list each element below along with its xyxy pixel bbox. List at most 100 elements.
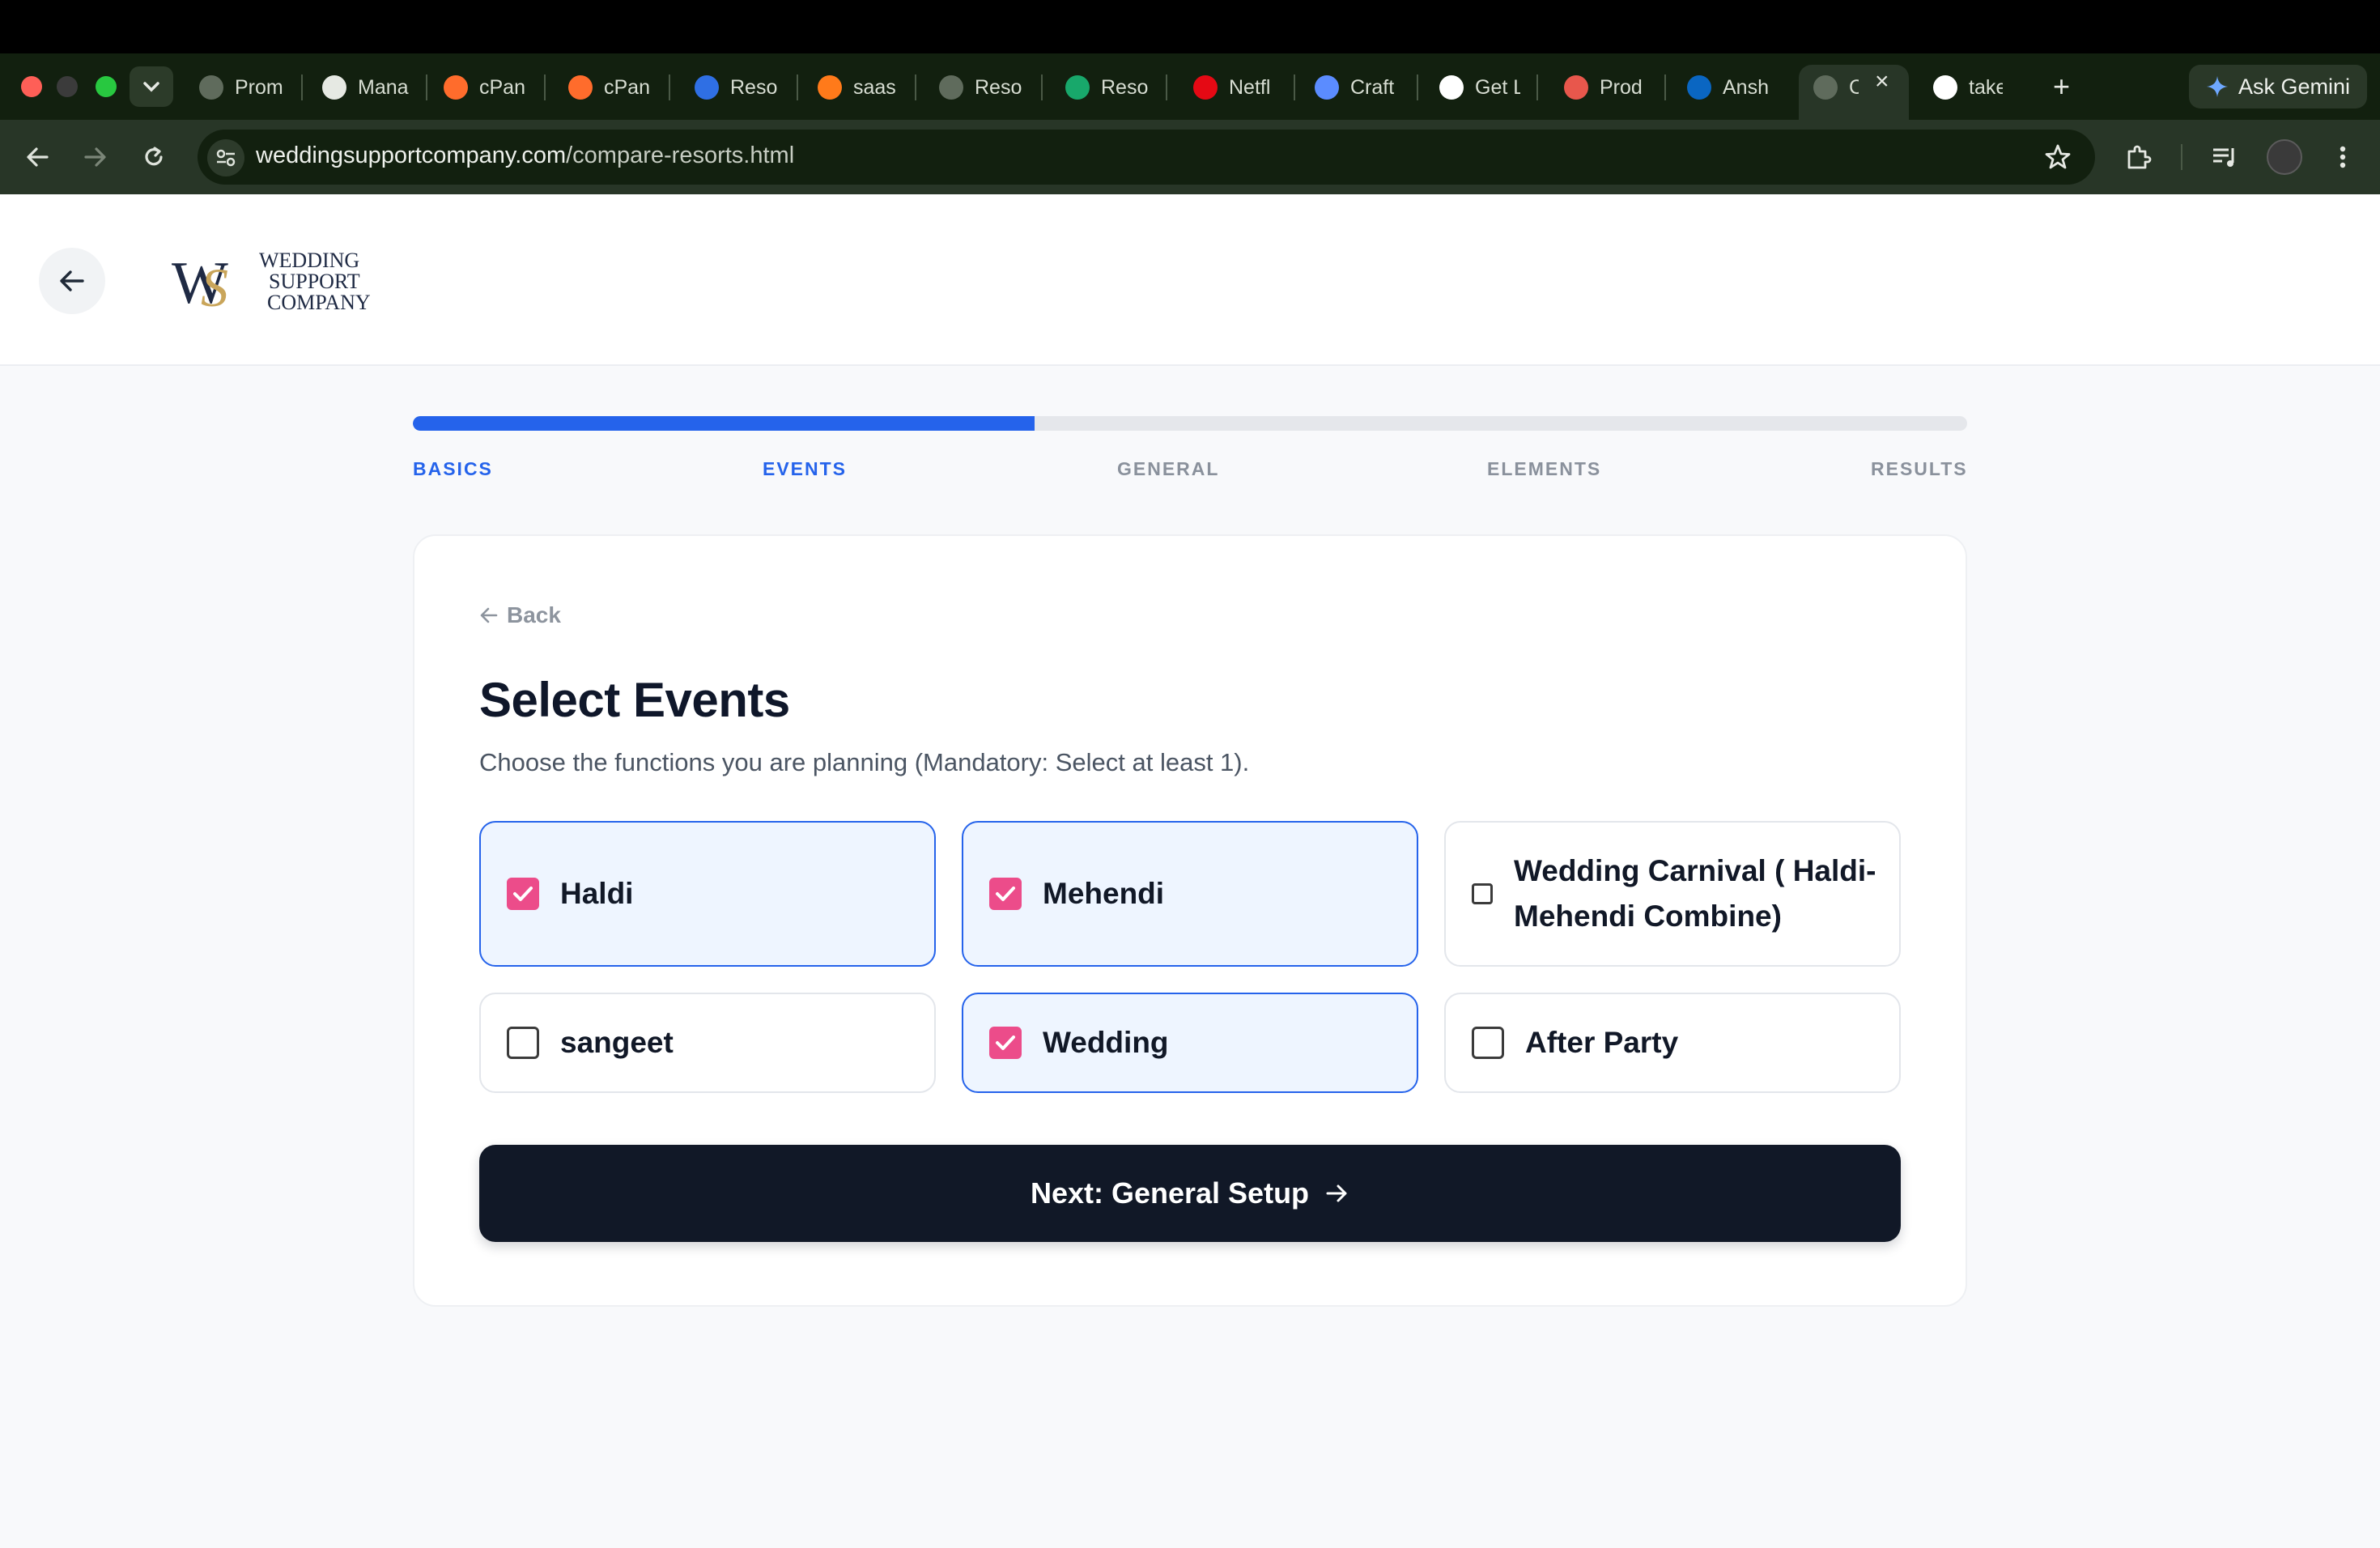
browser-tab[interactable]: Get L [1439,68,1520,107]
extensions-button[interactable] [2121,139,2157,175]
logo-monogram-s: S [201,257,228,318]
globe-icon [1813,75,1838,100]
wizard-progress-fill [413,416,1035,431]
p-icon [1564,75,1588,100]
page-title: Select Events [479,673,790,727]
browser-tab-label: Reso [975,75,1022,99]
checkbox-after-party[interactable] [1472,1027,1504,1059]
bookmark-star-button[interactable] [2040,139,2076,175]
flame-icon [818,75,842,100]
star-icon [2045,144,2071,169]
arrow-right-icon [1326,1184,1347,1202]
s-logo-icon [695,75,719,100]
page-subtitle: Choose the functions you are planning (M… [479,748,1250,776]
browser-tab-label: Prom [235,75,283,99]
tab-separator [1664,74,1666,100]
browser-back-button[interactable] [21,141,53,173]
google-icon [1933,75,1957,100]
reload-icon [145,147,163,166]
media-controls-button[interactable] [2207,139,2242,175]
event-label: Wedding [1043,1026,1169,1059]
browser-tab-label: Ansh [1723,75,1768,99]
header-back-button[interactable] [39,248,105,314]
browser-tab[interactable]: Ansh [1687,68,1768,107]
step-general[interactable]: GENERAL [1117,458,1219,480]
cpanel-icon [444,75,468,100]
step-results[interactable]: RESULTS [1871,458,1968,480]
puzzle-icon [2127,145,2152,169]
browser-tab[interactable]: Prom [199,68,285,107]
checkmark-icon [996,887,1015,901]
browser-tab[interactable]: Reso [939,68,1025,107]
browser-tab[interactable]: C [1813,68,1859,107]
globe-icon [939,75,963,100]
browser-tab-label: C [1849,75,1859,99]
browser-tab[interactable]: Mana [322,68,410,107]
logo-text-company: COMPANY [267,291,371,314]
event-label: After Party [1525,1026,1679,1059]
tab-separator [1041,74,1043,100]
browser-tab[interactable]: saas [818,68,899,107]
browser-tab[interactable]: Prod [1564,68,1648,107]
gemini-sparkle-icon [2206,76,2228,97]
checkbox-mehendi[interactable] [989,878,1022,910]
zoom-window-button[interactable] [96,76,117,97]
browser-tab[interactable]: Craft [1315,68,1400,107]
tune-icon [216,149,236,167]
checkbox-wedding[interactable] [989,1027,1022,1059]
browser-tab[interactable]: take [1933,68,2003,107]
plus-tile-icon [1065,75,1090,100]
browser-reload-button[interactable] [138,141,170,173]
logo-text-support: SUPPORT [269,270,360,293]
tab-separator [1536,74,1538,100]
tab-separator [426,74,427,100]
browser-tab-label: Prod [1600,75,1643,99]
tab-separator [797,74,798,100]
step-elements[interactable]: ELEMENTS [1487,458,1601,480]
browser-forward-button[interactable] [79,141,112,173]
url-host: weddingsupportcompany.com [256,142,567,168]
tab-search-button[interactable] [130,66,173,107]
logo-text-wedding: WEDDING [259,249,359,272]
minimize-window-button[interactable] [57,76,78,97]
checkmark-icon [513,887,533,901]
next-general-setup-button[interactable]: Next: General Setup [479,1145,1901,1242]
queue-music-icon [2213,148,2234,167]
browser-tab[interactable]: cPan [444,68,528,107]
event-label: Haldi [560,877,634,910]
event-option-sangeet[interactable]: sangeet [479,993,936,1093]
checkbox-wedding-carnival[interactable] [1472,883,1493,904]
event-option-after-party[interactable]: After Party [1444,993,1901,1093]
new-tab-button[interactable]: + [2053,70,2070,104]
url-text[interactable]: weddingsupportcompany.com/compare-resort… [256,142,794,169]
event-option-haldi[interactable]: Haldi [479,821,936,967]
browser-tab[interactable]: Netfl [1193,68,1277,107]
event-option-wedding-carnival[interactable]: Wedding Carnival ( Haldi-Mehendi Combine… [1444,821,1901,967]
step-basics[interactable]: BASICS [413,458,493,480]
arrow-left-icon [27,147,49,167]
ask-gemini-button[interactable]: Ask Gemini [2189,65,2367,108]
checkbox-haldi[interactable] [507,878,539,910]
checkbox-sangeet[interactable] [507,1027,539,1059]
event-label: sangeet [560,1026,674,1059]
event-option-mehendi[interactable]: Mehendi [962,821,1418,967]
browser-menu-button[interactable] [2325,139,2361,175]
close-tab-icon[interactable]: × [1875,68,1889,96]
tab-separator [1417,74,1418,100]
browser-tab[interactable]: cPan [568,68,652,107]
wedding-support-company-logo[interactable]: W S WEDDING SUPPORT COMPANY [168,240,379,321]
tab-separator [544,74,546,100]
browser-tab[interactable]: Reso [695,68,780,107]
site-info-button[interactable] [207,139,244,176]
arrow-left-icon [60,270,84,291]
chevron-down-icon [143,82,159,92]
step-events[interactable]: EVENTS [763,458,847,480]
event-option-wedding[interactable]: Wedding [962,993,1418,1093]
close-window-button[interactable] [21,76,42,97]
profile-avatar[interactable] [2267,139,2302,175]
next-button-label: Next: General Setup [1030,1176,1310,1210]
card-back-link[interactable]: Back [479,602,561,628]
netflix-icon [1193,75,1218,100]
browser-tab-label: saas [853,75,896,99]
browser-tab[interactable]: Reso [1065,68,1150,107]
